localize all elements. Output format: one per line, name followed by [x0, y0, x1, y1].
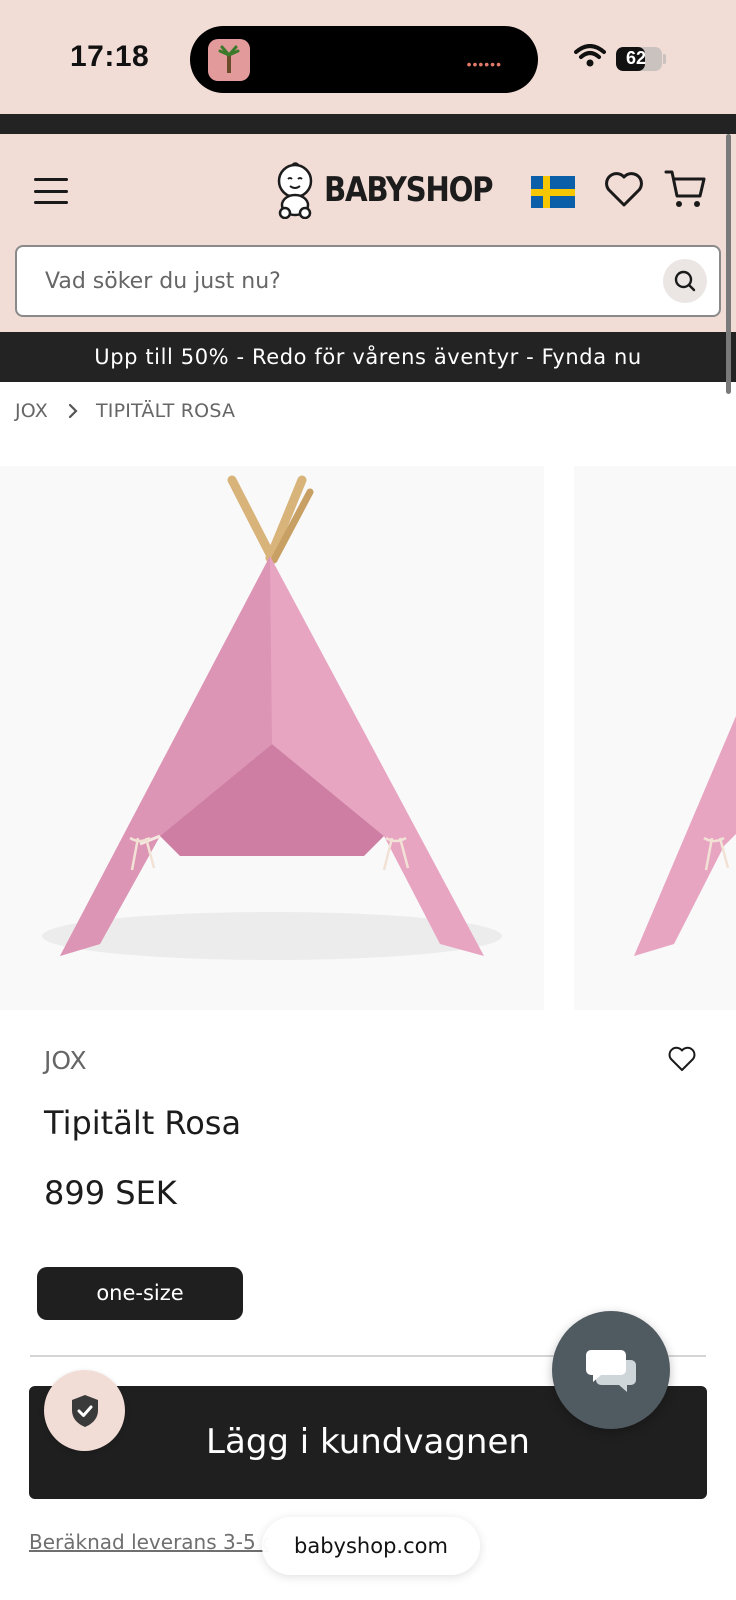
- size-option-button[interactable]: one-size: [37, 1267, 243, 1320]
- activity-indicator: ••••••: [466, 56, 502, 72]
- delivery-estimate-link[interactable]: Beräknad leverans 3-5 d: [29, 1530, 269, 1554]
- wishlist-heart-icon[interactable]: [668, 1046, 696, 1077]
- tent-illustration: [42, 475, 502, 960]
- menu-icon[interactable]: [34, 178, 68, 204]
- wifi-icon: [574, 44, 606, 73]
- dynamic-island: ••••••: [190, 26, 538, 93]
- promo-banner[interactable]: Upp till 50% - Redo för vårens äventyr -…: [0, 332, 736, 382]
- search-icon[interactable]: [663, 259, 707, 303]
- heart-icon[interactable]: [604, 170, 644, 213]
- product-image-next[interactable]: [574, 466, 736, 1010]
- page-scrollbar[interactable]: [726, 134, 731, 394]
- battery-percentage: 62: [625, 48, 647, 68]
- shield-check-icon[interactable]: [44, 1370, 125, 1451]
- babyshop-logo[interactable]: BABYSHOP: [274, 160, 520, 220]
- sweden-flag-icon[interactable]: [531, 176, 575, 208]
- breadcrumb-item-brand[interactable]: JOX: [15, 400, 48, 422]
- product-price: 899 SEK: [44, 1174, 177, 1212]
- battery-tip: [663, 54, 666, 64]
- product-title: Tipitält Rosa: [44, 1104, 242, 1142]
- tent-illustration-next: [634, 716, 736, 956]
- site-header: BABYSHOP: [0, 134, 736, 332]
- chevron-right-icon: [68, 403, 78, 419]
- search-bar: [15, 245, 721, 317]
- breadcrumb: JOX TIPITÄLT ROSA: [15, 400, 235, 422]
- browser-url-bar[interactable]: babyshop.com: [262, 1517, 480, 1575]
- status-time: 17:18: [70, 40, 150, 73]
- chat-icon[interactable]: [552, 1311, 670, 1429]
- product-brand[interactable]: JOX: [44, 1046, 87, 1075]
- status-bar: 17:18 •••••• 62: [0, 0, 736, 114]
- top-dark-strip: [0, 114, 736, 134]
- product-image-main[interactable]: [0, 466, 544, 1010]
- app-activity-icon: [208, 39, 250, 81]
- cart-icon[interactable]: [664, 168, 706, 215]
- breadcrumb-item-product: TIPITÄLT ROSA: [95, 400, 236, 422]
- logo-text: BABYSHOP: [324, 170, 494, 210]
- battery-icon: 62: [616, 47, 662, 71]
- baby-logo-icon: [277, 162, 313, 219]
- search-input[interactable]: [45, 247, 645, 315]
